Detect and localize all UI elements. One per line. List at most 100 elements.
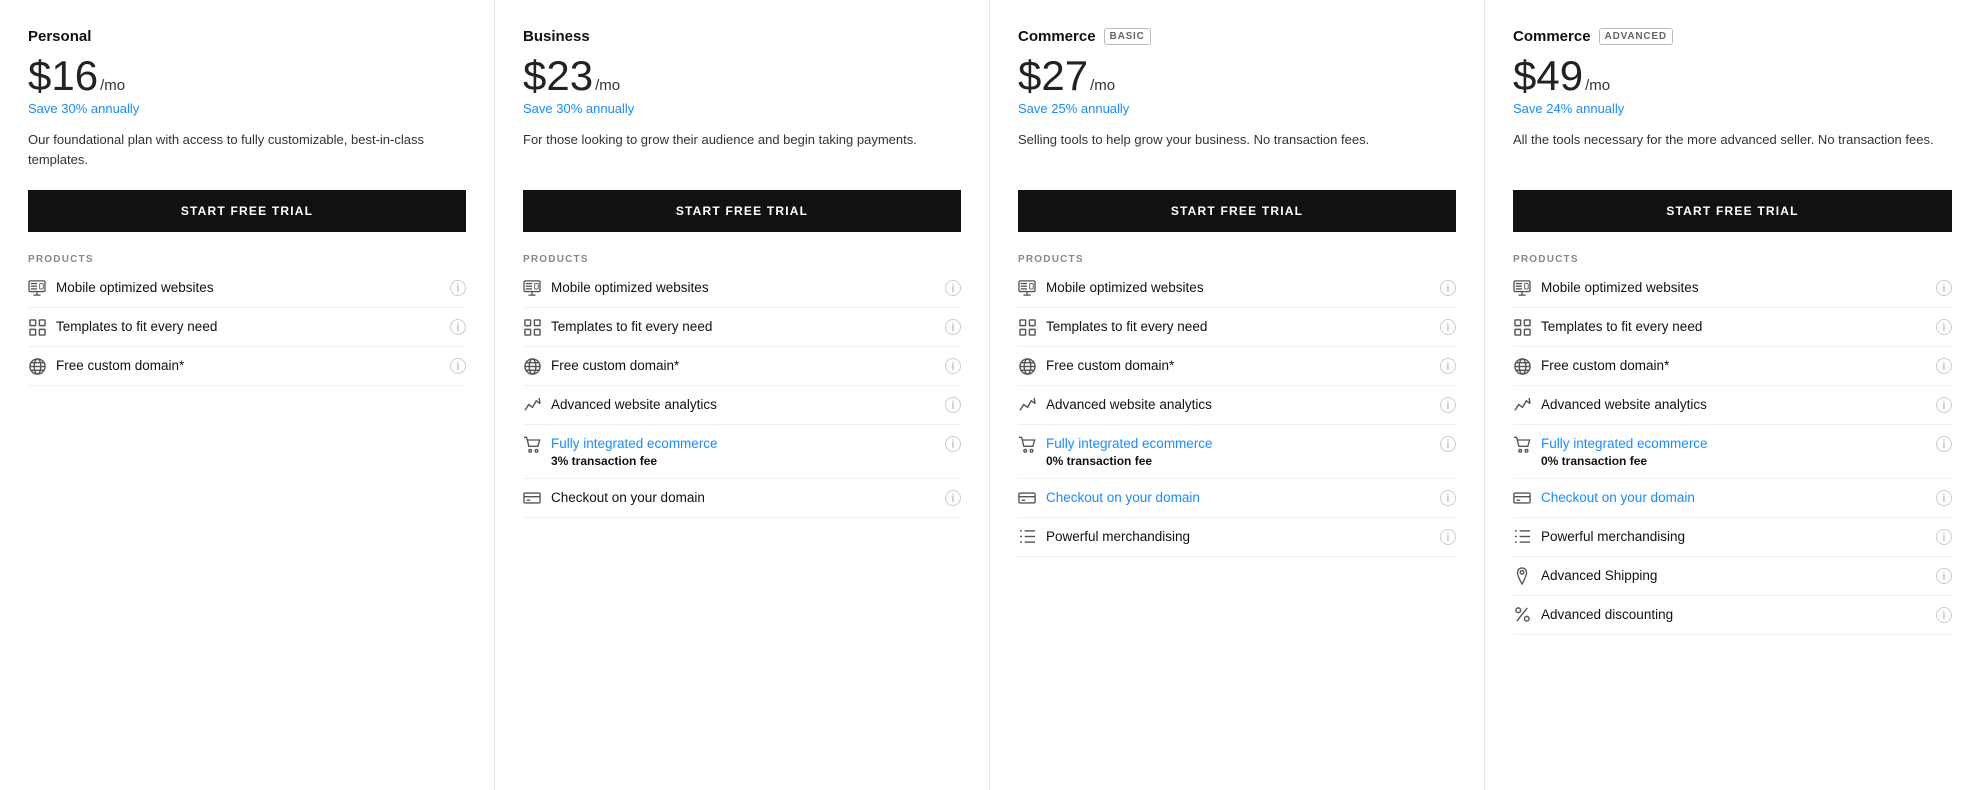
plan-name: Personal xyxy=(28,28,91,45)
feature-link[interactable]: Fully integrated ecommerce xyxy=(1541,436,1708,451)
feature-text-wrap: Fully integrated ecommerce 0% transaction… xyxy=(1541,435,1708,468)
info-icon[interactable]: i xyxy=(945,358,961,374)
info-icon[interactable]: i xyxy=(1440,358,1456,374)
info-icon[interactable]: i xyxy=(1440,280,1456,296)
feature-item: Free custom domain*i xyxy=(28,347,466,386)
feature-text-wrap: Powerful merchandising xyxy=(1046,528,1190,546)
feature-label: Free custom domain* xyxy=(551,358,679,373)
info-icon[interactable]: i xyxy=(1440,490,1456,506)
price-period: /mo xyxy=(1090,77,1115,94)
info-icon[interactable]: i xyxy=(450,319,466,335)
feature-link[interactable]: Checkout on your domain xyxy=(1046,490,1200,505)
price-row: $23 /mo xyxy=(523,55,961,97)
feature-left: Fully integrated ecommerce 0% transaction… xyxy=(1513,435,1708,468)
info-icon[interactable]: i xyxy=(1936,280,1952,296)
plan-header: CommerceADVANCED xyxy=(1513,28,1952,45)
info-icon[interactable]: i xyxy=(945,319,961,335)
feature-label: Powerful merchandising xyxy=(1046,529,1190,544)
grid-icon xyxy=(28,318,46,336)
feature-item: Advanced discounting i xyxy=(1513,596,1952,635)
start-trial-button[interactable]: START FREE TRIAL xyxy=(1018,190,1456,232)
feature-left: Checkout on your domain xyxy=(523,489,705,507)
feature-left: Powerful merchandising xyxy=(1018,528,1190,546)
analytics-icon xyxy=(523,396,541,414)
info-icon[interactable]: i xyxy=(1936,358,1952,374)
feature-left: Advanced website analytics xyxy=(523,396,717,414)
feature-left: Advanced discounting xyxy=(1513,606,1673,624)
feature-label: Fully integrated ecommerce xyxy=(1046,436,1213,451)
feature-label: Mobile optimized websites xyxy=(56,280,214,295)
feature-item: Templates to fit every needi xyxy=(1513,308,1952,347)
info-icon[interactable]: i xyxy=(945,436,961,452)
section-label: PRODUCTS xyxy=(1018,254,1456,265)
feature-left: Mobile optimized websites xyxy=(1018,279,1204,297)
plan-card-commerce-advanced: CommerceADVANCED $49 /mo Save 24% annual… xyxy=(1485,0,1980,790)
feature-item: Checkout on your domain i xyxy=(523,479,961,518)
globe-icon xyxy=(1018,357,1036,375)
info-icon[interactable]: i xyxy=(1936,568,1952,584)
feature-text-wrap: Advanced website analytics xyxy=(1046,396,1212,414)
price-period: /mo xyxy=(595,77,620,94)
card-icon xyxy=(1513,489,1531,507)
feature-item: Checkout on your domain i xyxy=(1018,479,1456,518)
price-dollar: $27 xyxy=(1018,55,1088,97)
feature-left: Mobile optimized websites xyxy=(28,279,214,297)
feature-label: Mobile optimized websites xyxy=(1541,280,1699,295)
feature-link[interactable]: Checkout on your domain xyxy=(1541,490,1695,505)
feature-text-wrap: Templates to fit every need xyxy=(551,318,712,336)
save-text: Save 30% annually xyxy=(523,101,961,116)
start-trial-button[interactable]: START FREE TRIAL xyxy=(28,190,466,232)
feature-text-wrap: Mobile optimized websites xyxy=(1541,279,1699,297)
feature-link[interactable]: Fully integrated ecommerce xyxy=(1046,436,1213,451)
feature-label: Mobile optimized websites xyxy=(551,280,709,295)
feature-text-wrap: Mobile optimized websites xyxy=(1046,279,1204,297)
plan-header: CommerceBASIC xyxy=(1018,28,1456,45)
info-icon[interactable]: i xyxy=(1936,319,1952,335)
start-trial-button[interactable]: START FREE TRIAL xyxy=(523,190,961,232)
price-row: $16 /mo xyxy=(28,55,466,97)
feature-subtext: 0% transaction fee xyxy=(1541,454,1708,468)
info-icon[interactable]: i xyxy=(1440,319,1456,335)
info-icon[interactable]: i xyxy=(1440,397,1456,413)
start-trial-button[interactable]: START FREE TRIAL xyxy=(1513,190,1952,232)
info-icon[interactable]: i xyxy=(1936,607,1952,623)
info-icon[interactable]: i xyxy=(1936,490,1952,506)
info-icon[interactable]: i xyxy=(450,280,466,296)
feature-text-wrap: Free custom domain* xyxy=(1046,357,1174,375)
feature-label: Advanced Shipping xyxy=(1541,568,1657,583)
feature-label: Templates to fit every need xyxy=(551,319,712,334)
feature-left: Checkout on your domain xyxy=(1513,489,1695,507)
feature-label: Mobile optimized websites xyxy=(1046,280,1204,295)
card-icon xyxy=(1018,489,1036,507)
feature-left: Templates to fit every need xyxy=(28,318,217,336)
feature-list: Mobile optimized websites i Templates to … xyxy=(1018,269,1456,557)
info-icon[interactable]: i xyxy=(1936,397,1952,413)
section-label: PRODUCTS xyxy=(523,254,961,265)
info-icon[interactable]: i xyxy=(1936,529,1952,545)
feature-item: Advanced website analytics i xyxy=(523,386,961,425)
feature-list: Mobile optimized websites i Templates to … xyxy=(523,269,961,518)
feature-link[interactable]: Fully integrated ecommerce xyxy=(551,436,718,451)
info-icon[interactable]: i xyxy=(945,280,961,296)
feature-left: Templates to fit every need xyxy=(1018,318,1207,336)
feature-item: Free custom domain* i xyxy=(1018,347,1456,386)
feature-left: Checkout on your domain xyxy=(1018,489,1200,507)
info-icon[interactable]: i xyxy=(1440,529,1456,545)
feature-item: Templates to fit every need i xyxy=(1018,308,1456,347)
pin-icon xyxy=(1513,567,1531,585)
info-icon[interactable]: i xyxy=(450,358,466,374)
info-icon[interactable]: i xyxy=(1440,436,1456,452)
feature-text-wrap: Mobile optimized websites xyxy=(551,279,709,297)
feature-subtext: 0% transaction fee xyxy=(1046,454,1213,468)
plan-description: All the tools necessary for the more adv… xyxy=(1513,130,1952,172)
globe-icon xyxy=(523,357,541,375)
info-icon[interactable]: i xyxy=(945,490,961,506)
feature-text-wrap: Fully integrated ecommerce3% transaction… xyxy=(551,435,718,468)
list-icon xyxy=(1513,528,1531,546)
info-icon[interactable]: i xyxy=(1936,436,1952,452)
feature-label: Advanced discounting xyxy=(1541,607,1673,622)
list-icon xyxy=(1018,528,1036,546)
info-icon[interactable]: i xyxy=(945,397,961,413)
feature-item: Fully integrated ecommerce3% transaction… xyxy=(523,425,961,479)
feature-text-wrap: Mobile optimized websites xyxy=(56,279,214,297)
